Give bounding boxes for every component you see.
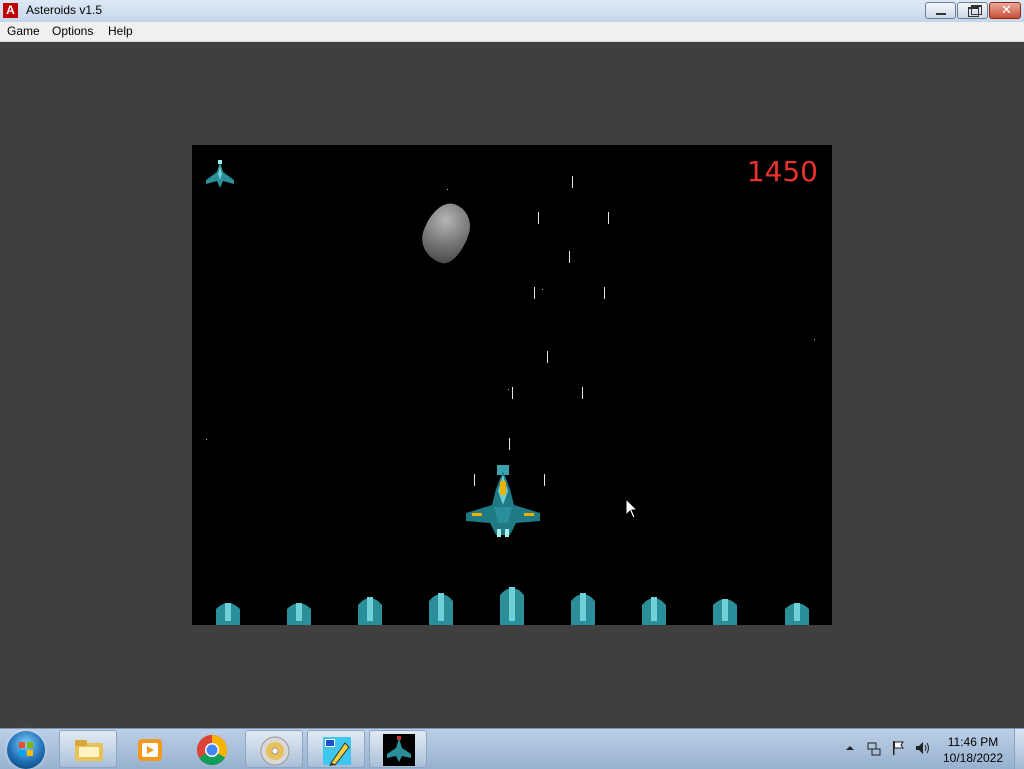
bunker	[713, 599, 737, 625]
bunker	[216, 603, 240, 625]
asteroid	[415, 197, 477, 269]
window-title: Asteroids v1.5	[26, 3, 103, 17]
bunker	[785, 603, 809, 625]
bunker	[287, 603, 311, 625]
score-display: 1450	[746, 155, 818, 188]
paint-icon	[323, 737, 351, 766]
show-hidden-icons-icon[interactable]	[845, 743, 855, 753]
bullet	[547, 351, 548, 363]
bullet	[572, 176, 573, 188]
taskbar-dvd[interactable]	[245, 730, 303, 768]
taskbar-explorer[interactable]	[59, 730, 117, 768]
chrome-icon	[196, 735, 228, 766]
close-icon: ✕	[1001, 3, 1012, 18]
action-center-flag-icon[interactable]	[890, 740, 906, 756]
title-bar[interactable]: A Asteroids v1.5 ✕	[0, 0, 1024, 23]
show-desktop-button[interactable]	[1014, 729, 1024, 769]
minimize-icon	[936, 13, 946, 15]
windows-explorer-icon	[75, 740, 103, 761]
taskbar-chrome[interactable]	[183, 730, 241, 768]
bullet	[582, 387, 583, 399]
menu-bar: Game Options Help	[0, 22, 1024, 42]
clock-time: 11:46 PM	[947, 735, 999, 749]
bullet	[604, 287, 605, 299]
taskbar-asteroids[interactable]	[369, 730, 427, 768]
restore-button[interactable]	[957, 2, 988, 19]
asteroids-icon	[383, 734, 415, 766]
bullet	[538, 212, 539, 224]
menu-help[interactable]: Help	[108, 24, 133, 38]
clock-date: 10/18/2022	[942, 751, 1004, 765]
volume-icon[interactable]	[914, 740, 932, 756]
star	[447, 189, 448, 190]
bunker	[642, 597, 666, 625]
taskbar-media-player[interactable]	[121, 730, 179, 768]
windows-logo-icon	[19, 742, 33, 756]
menu-game[interactable]: Game	[7, 24, 40, 38]
bunker	[358, 597, 382, 625]
bullet	[509, 438, 510, 450]
player-ship	[466, 465, 540, 537]
system-clock[interactable]: 11:46 PM 10/18/2022	[936, 734, 1010, 766]
restore-icon-front	[968, 7, 979, 17]
taskbar-paint[interactable]	[307, 730, 365, 768]
mouse-cursor-icon	[625, 498, 639, 519]
game-canvas[interactable]: 1450	[192, 145, 832, 625]
life-ship-icon	[206, 160, 234, 188]
bullet	[544, 474, 545, 486]
bunker	[429, 593, 453, 625]
minimize-button[interactable]	[925, 2, 956, 19]
close-button[interactable]: ✕	[989, 2, 1021, 19]
taskbar: 11:46 PM 10/18/2022	[0, 728, 1024, 769]
bunker	[571, 593, 595, 625]
menu-options[interactable]: Options	[52, 24, 93, 38]
bullet	[512, 387, 513, 399]
app-icon[interactable]: A	[3, 3, 18, 18]
bullet	[534, 287, 535, 299]
bunker	[500, 587, 524, 625]
star	[542, 289, 543, 290]
dvd-icon	[260, 736, 290, 766]
star	[508, 389, 509, 390]
bullet	[608, 212, 609, 224]
network-icon[interactable]	[866, 741, 882, 757]
media-player-icon	[138, 739, 162, 761]
star	[206, 439, 207, 440]
star	[814, 339, 815, 340]
bullet	[569, 251, 570, 263]
start-button[interactable]	[7, 731, 45, 769]
